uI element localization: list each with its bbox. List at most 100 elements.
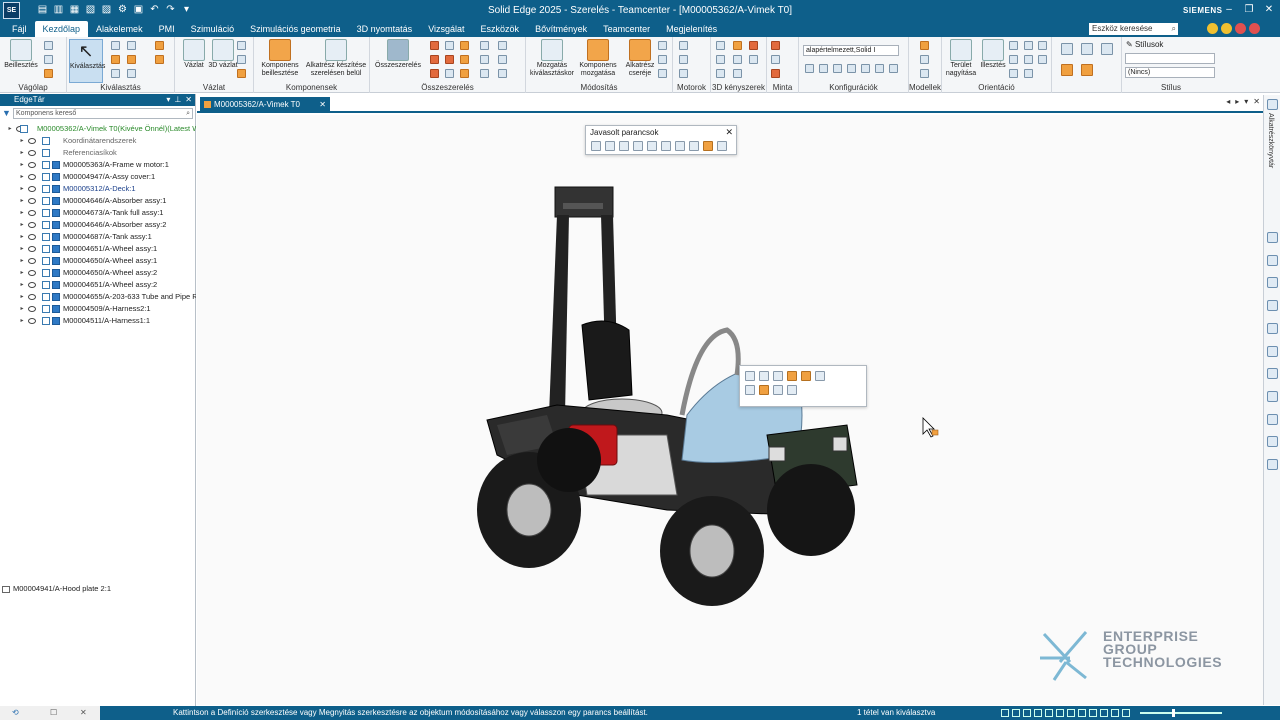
cmd-drill-icon[interactable] bbox=[703, 141, 713, 151]
relation-3-icon[interactable] bbox=[716, 69, 725, 78]
relation-6-icon[interactable] bbox=[733, 69, 742, 78]
sidebar-tool-8-icon[interactable] bbox=[1267, 391, 1278, 402]
komponens-beillesztese-button[interactable]: Komponens beillesztése bbox=[256, 39, 304, 78]
ctx-display-icon[interactable] bbox=[759, 371, 769, 381]
cmd-copy-icon[interactable] bbox=[675, 141, 685, 151]
config-tool-5-icon[interactable] bbox=[861, 64, 870, 73]
constraint-align-icon[interactable] bbox=[430, 55, 439, 64]
expand-icon[interactable]: ▸ bbox=[18, 279, 26, 291]
constraint-center-icon[interactable] bbox=[480, 55, 489, 64]
configuration-select[interactable]: alapértelmezett,Solid I bbox=[803, 45, 899, 56]
config-tool-7-icon[interactable] bbox=[889, 64, 898, 73]
view-section-icon[interactable] bbox=[1067, 709, 1075, 717]
relation-4-icon[interactable] bbox=[733, 41, 742, 50]
select-tool-icon[interactable] bbox=[111, 41, 120, 50]
tree-node[interactable]: ▸ M00004650/A-Wheel assy:1 bbox=[0, 255, 196, 267]
style-select-2[interactable]: (Nincs) bbox=[1125, 67, 1215, 78]
illesztes-button[interactable]: Illesztés bbox=[976, 39, 1010, 70]
visibility-eye-icon[interactable] bbox=[28, 318, 36, 324]
expand-icon[interactable]: ▸ bbox=[18, 255, 26, 267]
visibility-eye-icon[interactable] bbox=[28, 306, 36, 312]
beillesztes-button[interactable]: Beillesztés bbox=[4, 39, 38, 70]
filter-icon[interactable] bbox=[111, 69, 120, 78]
view-style-icon[interactable] bbox=[1056, 709, 1064, 717]
sidebar-tool-5-icon[interactable] bbox=[1267, 323, 1278, 334]
expand-icon[interactable]: ▸ bbox=[18, 159, 26, 171]
menu-item[interactable]: Alakelemek bbox=[88, 21, 151, 37]
tree-node[interactable]: ▸ M00004947/A-Assy cover:1 bbox=[0, 171, 196, 183]
pin-icon[interactable]: ⊥ bbox=[174, 94, 181, 106]
vazlat3d-button[interactable]: 3D vázlat bbox=[206, 39, 240, 70]
visibility-eye-icon[interactable] bbox=[28, 234, 36, 240]
view-pan-icon[interactable] bbox=[1023, 709, 1031, 717]
query-icon[interactable] bbox=[127, 69, 136, 78]
modify-tool-1-icon[interactable] bbox=[658, 41, 667, 50]
tree-node[interactable]: ▸ Koordinátarendszerek bbox=[0, 135, 196, 147]
frown-icon[interactable] bbox=[1235, 23, 1246, 34]
library-icon[interactable] bbox=[1267, 99, 1278, 110]
cmd-new-icon[interactable] bbox=[591, 141, 601, 151]
visibility-eye-icon[interactable] bbox=[28, 198, 36, 204]
cut-icon[interactable] bbox=[44, 41, 53, 50]
graphics-viewport[interactable]: Javasolt parancsok ✕ bbox=[197, 115, 1263, 705]
config-tool-1-icon[interactable] bbox=[805, 64, 814, 73]
modify-tool-3-icon[interactable] bbox=[658, 69, 667, 78]
expand-icon[interactable]: ▸ bbox=[18, 135, 26, 147]
view-orient-icon[interactable] bbox=[1045, 709, 1053, 717]
copy-icon[interactable] bbox=[44, 55, 53, 64]
cmd-brush-icon[interactable] bbox=[633, 141, 643, 151]
tree-node[interactable]: ▸ M00004511/A-Harness1:1 bbox=[0, 315, 196, 327]
ctx-window-icon[interactable] bbox=[773, 371, 783, 381]
mozgatas-kivalasztaskor-button[interactable]: Mozgatás kiválasztáskor bbox=[530, 39, 574, 78]
view-4-icon[interactable] bbox=[1038, 41, 1047, 50]
tree-node[interactable]: ▸ M00004650/A-Wheel assy:2 bbox=[0, 267, 196, 279]
select-color-icon[interactable] bbox=[155, 55, 164, 64]
menu-item[interactable]: Vizsgálat bbox=[420, 21, 472, 37]
tree-node[interactable]: ▸ M00004646/A-Absorber assy:2 bbox=[0, 219, 196, 231]
select-bodies-icon[interactable] bbox=[155, 41, 164, 50]
config-tool-2-icon[interactable] bbox=[819, 64, 828, 73]
view-5-icon[interactable] bbox=[1038, 55, 1047, 64]
model-2-icon[interactable] bbox=[920, 55, 929, 64]
tool-search-input[interactable]: Eszköz keresése ⌕ bbox=[1089, 23, 1178, 35]
constraint-planar-icon[interactable] bbox=[498, 69, 507, 78]
constraint-angle-icon[interactable] bbox=[445, 69, 454, 78]
expand-icon[interactable]: ▸ bbox=[18, 147, 26, 159]
cmd-more-icon[interactable] bbox=[717, 141, 727, 151]
ctx-copy-icon[interactable] bbox=[787, 385, 797, 395]
view-display-icon[interactable] bbox=[1078, 709, 1086, 717]
visibility-eye-icon[interactable] bbox=[28, 174, 36, 180]
menu-item[interactable]: Kezdőlap bbox=[34, 21, 89, 37]
constraint-insert-icon[interactable] bbox=[430, 69, 439, 78]
tree-node[interactable]: ▸ M00004651/A-Wheel assy:2 bbox=[0, 279, 196, 291]
cmd-sphere-icon[interactable] bbox=[619, 141, 629, 151]
ctx-part-icon[interactable] bbox=[787, 371, 797, 381]
expand-icon[interactable]: ▸ bbox=[18, 243, 26, 255]
sidebar-tool-2-icon[interactable] bbox=[1267, 255, 1278, 266]
tree-node[interactable]: ▸ M00004687/A-Tank assy:1 bbox=[0, 231, 196, 243]
alkatresz-csereje-button[interactable]: Alkatrész cseréje bbox=[620, 39, 660, 78]
motor-icon[interactable] bbox=[679, 41, 688, 50]
style-select-1[interactable] bbox=[1125, 53, 1215, 64]
expand-icon[interactable]: ▸ bbox=[18, 303, 26, 315]
sidebar-tool-4-icon[interactable] bbox=[1267, 300, 1278, 311]
view-fit-icon[interactable] bbox=[1012, 709, 1020, 717]
visibility-eye-icon[interactable] bbox=[28, 162, 36, 168]
config-tool-3-icon[interactable] bbox=[833, 64, 842, 73]
motor-settings-icon[interactable] bbox=[679, 69, 688, 78]
expand-icon[interactable]: ▸ bbox=[18, 183, 26, 195]
komponens-mozgatasa-button[interactable]: Komponens mozgatása bbox=[576, 39, 620, 78]
component-search-input[interactable]: Komponens kereső ⌕ bbox=[13, 108, 193, 119]
constraint-parallel-icon[interactable] bbox=[445, 41, 454, 50]
smile-icon[interactable] bbox=[1207, 23, 1218, 34]
modify-tool-2-icon[interactable] bbox=[658, 55, 667, 64]
sidebar-tool-1-icon[interactable] bbox=[1267, 232, 1278, 243]
constraint-cam-icon[interactable] bbox=[460, 55, 469, 64]
expand-icon[interactable]: ▸ bbox=[18, 171, 26, 183]
restore-icon[interactable]: ❐ bbox=[1242, 3, 1256, 17]
box-select-icon[interactable] bbox=[111, 55, 120, 64]
tab-next-icon[interactable]: ▸ bbox=[1235, 97, 1239, 106]
cmd-hide-icon[interactable] bbox=[661, 141, 671, 151]
visibility-eye-icon[interactable] bbox=[28, 282, 36, 288]
lasso-icon[interactable] bbox=[127, 41, 136, 50]
